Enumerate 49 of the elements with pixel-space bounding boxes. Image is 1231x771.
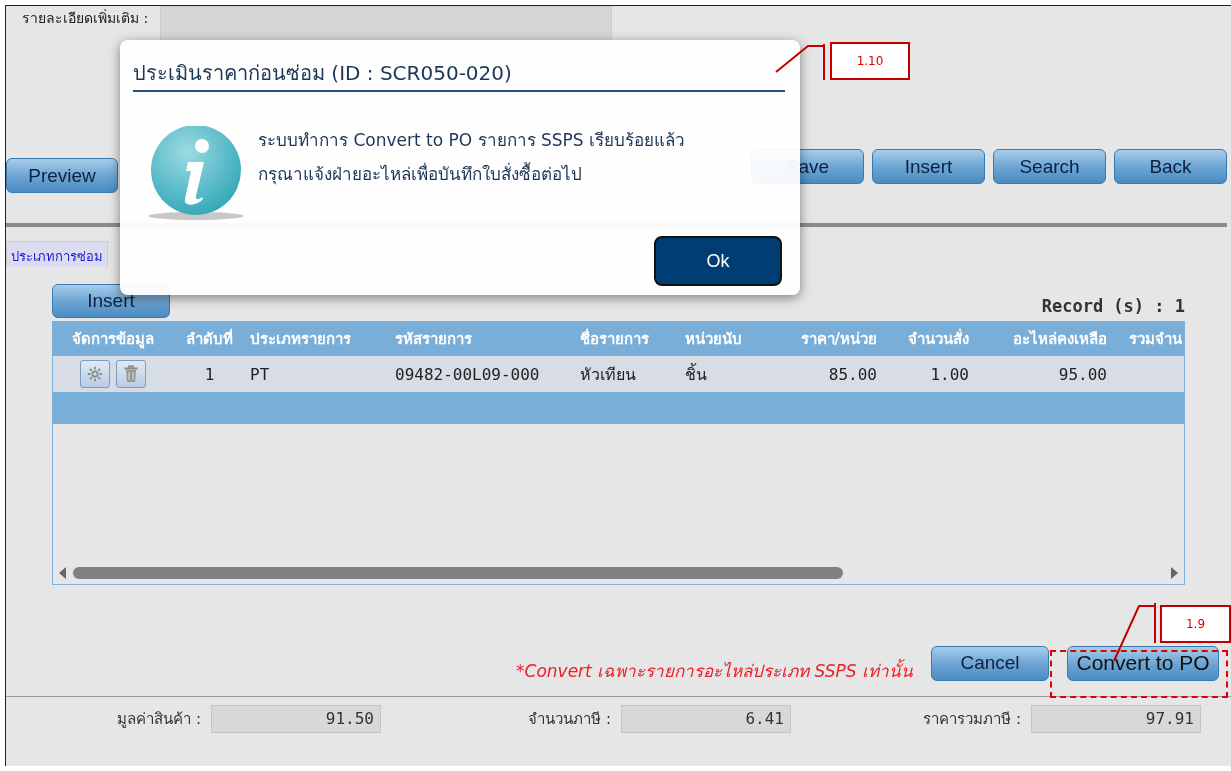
info-icon <box>146 126 246 222</box>
scrollbar-thumb[interactable] <box>73 567 843 579</box>
column-header[interactable]: ประเภทรายการ <box>246 327 391 351</box>
total-label: จำนวนภาษี : <box>527 709 611 730</box>
column-header[interactable]: รวมจำน <box>1111 327 1184 351</box>
table-cell-text: หัวเทียน <box>579 363 637 386</box>
column-header[interactable]: ราคา/หน่วย <box>766 327 881 351</box>
scroll-left-icon[interactable] <box>59 567 67 579</box>
convert-button[interactable]: Convert to PO <box>1067 645 1219 681</box>
note-text: *Convert เฉพาะรายการอะไหล่ประเภท SSPS เท่านั้น <box>516 658 913 683</box>
total-label: ราคารวมภาษี : <box>922 709 1021 730</box>
gear-icon <box>86 365 104 383</box>
column-header[interactable]: จัดการข้อมูล <box>53 327 173 351</box>
record-count: Record (s) : 1 <box>1041 296 1185 316</box>
table-cell-text: 1.00 <box>929 364 970 384</box>
table-cell-text: 85.00 <box>827 364 878 384</box>
callout-label: 1.9 <box>1160 605 1231 643</box>
leader-line <box>775 44 827 80</box>
preview-button[interactable]: Preview <box>6 158 118 193</box>
toolbar-button[interactable]: Insert <box>872 149 985 184</box>
column-header[interactable]: ลำดับที่ <box>173 327 246 351</box>
cancel-button[interactable]: Cancel <box>931 645 1049 681</box>
table-cell-text: PT <box>249 364 271 384</box>
tab[interactable]: ประเภทการซ่อม <box>6 241 108 267</box>
total-field: 97.91 <box>1031 705 1201 733</box>
column-header[interactable]: อะไหล่คงเหลือ <box>973 327 1111 351</box>
column-header[interactable]: จำนวนสั่ง <box>881 327 973 351</box>
ok-button[interactable]: Ok <box>654 236 782 286</box>
settings-button[interactable] <box>80 360 110 388</box>
total-field: 6.41 <box>621 705 791 733</box>
dialog-message: กรุณาแจ้งฝ่ายอะไหล่เพื่อบันทึกใบสั่งซื้อต่อไป <box>258 161 582 187</box>
column-header[interactable]: หน่วยนับ <box>681 327 766 351</box>
table-cell-text: 1 <box>203 364 216 384</box>
table-cell-text: 09482-00L09-000 <box>394 364 541 384</box>
delete-button[interactable] <box>116 360 146 388</box>
total-field: 91.50 <box>211 705 381 733</box>
dialog-message: ระบบทำการ Convert to PO รายการ SSPS เรียบร้อยแล้ว <box>258 129 685 152</box>
column-header[interactable]: รหัสรายการ <box>391 327 576 351</box>
dialog-title: ประเมินราคาก่อนซ่อม (ID : SCR050-020) <box>133 60 512 87</box>
toolbar-button[interactable]: Search <box>993 149 1106 184</box>
trash-icon <box>124 365 138 383</box>
table-cell-text: 95.00 <box>1057 364 1108 384</box>
total-label: มูลค่าสินค้า : <box>116 709 201 730</box>
column-header[interactable]: ชื่อรายการ <box>576 327 681 351</box>
scroll-right-icon[interactable] <box>1170 567 1178 579</box>
callout-label: 1.10 <box>830 42 910 80</box>
field-label: รายละเอียดเพิ่มเติม : <box>21 8 149 27</box>
toolbar-button[interactable]: Back <box>1114 149 1227 184</box>
table-cell-text: ชิ้น <box>684 362 708 386</box>
